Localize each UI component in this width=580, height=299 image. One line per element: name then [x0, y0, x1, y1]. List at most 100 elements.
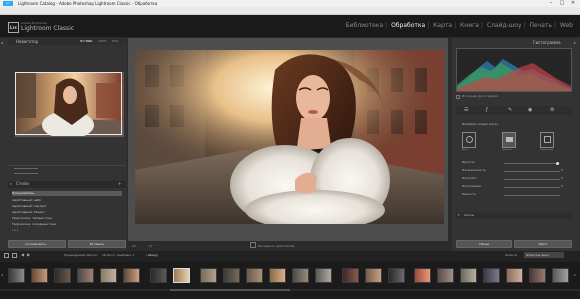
- slider-value[interactable]: 0: [561, 168, 563, 173]
- module-web[interactable]: Web: [559, 22, 574, 29]
- histogram-graph: [457, 59, 571, 91]
- filmstrip-thumbnail[interactable]: [342, 268, 359, 283]
- filmstrip-thumbnail[interactable]: [437, 268, 454, 283]
- filmstrip-thumbnail[interactable]: [529, 268, 546, 283]
- filmstrip-thumbnail[interactable]: [269, 268, 286, 283]
- filmstrip-thumbnail[interactable]: [223, 268, 240, 283]
- filmstrip-thumbnail[interactable]: [100, 268, 117, 283]
- filmstrip-thumbnail[interactable]: [8, 268, 25, 283]
- slider-track[interactable]: [504, 187, 560, 188]
- reset-button[interactable]: Сброс: [514, 240, 572, 248]
- presets-title: Стили: [16, 181, 29, 186]
- navigator-view-box[interactable]: [15, 72, 122, 135]
- filmstrip-thumbnail[interactable]: [54, 268, 71, 283]
- copy-settings-button[interactable]: Скопировать...: [8, 240, 66, 248]
- main-photo[interactable]: [135, 50, 444, 224]
- slider-track[interactable]: [504, 195, 560, 196]
- filmstrip-thumbnail[interactable]: [315, 268, 332, 283]
- navigator-header[interactable]: Навигатор ПО ВЫБ. 100% 50%: [8, 39, 126, 45]
- collapse-left-icon[interactable]: ◂: [1, 40, 3, 45]
- filmstrip-thumbnail[interactable]: [460, 268, 477, 283]
- slider-track[interactable]: [504, 163, 560, 164]
- slider-knob[interactable]: [556, 162, 559, 165]
- slider-track[interactable]: [504, 171, 560, 172]
- panel-slider-track[interactable]: [14, 168, 38, 169]
- scroll-left-icon[interactable]: ◂: [1, 272, 3, 277]
- previous-button[interactable]: Назад: [456, 240, 512, 248]
- preset-more: ▸ ▸ ▸: [12, 228, 19, 232]
- filmstrip-thumbnail[interactable]: [388, 268, 405, 283]
- maximize-button[interactable]: □: [557, 0, 567, 7]
- crop-icon[interactable]: ☰: [464, 107, 468, 113]
- filmstrip-source[interactable]: Предыдущий импорт: [64, 253, 98, 257]
- filmstrip-thumbnail[interactable]: [552, 268, 569, 283]
- module-develop[interactable]: Обработка: [390, 22, 426, 29]
- preset-item[interactable]: Творческое: холодные тона: [12, 222, 56, 227]
- brush-icon[interactable]: ✎: [508, 107, 512, 113]
- filmstrip-thumbnail[interactable]: [150, 268, 167, 283]
- mask-radial-button[interactable]: [540, 132, 554, 148]
- module-slideshow[interactable]: Слайд-шоу: [486, 22, 523, 29]
- grid-view-icon[interactable]: [4, 253, 9, 258]
- preset-item[interactable]: Адаптивный: портрет: [12, 204, 47, 209]
- preset-item[interactable]: Адаптивный: небо: [12, 198, 41, 203]
- filmstrip-thumbnail[interactable]: [200, 268, 217, 283]
- mask-gradient-button[interactable]: [502, 132, 516, 148]
- mask-brush-button[interactable]: [462, 132, 476, 148]
- next-photo-icon[interactable]: ▶: [27, 252, 30, 257]
- second-window-icon[interactable]: [12, 253, 17, 258]
- slider-value[interactable]: 0: [561, 176, 563, 181]
- filmstrip-thumbnail[interactable]: [246, 268, 263, 283]
- minimize-button[interactable]: –: [546, 0, 556, 7]
- module-book[interactable]: Книга: [459, 22, 480, 29]
- zoom-fit[interactable]: ПО ВЫБ.: [80, 39, 93, 44]
- zoom-100[interactable]: 100%: [98, 39, 107, 44]
- filter-select[interactable]: Фильтры выкл.: [524, 252, 564, 258]
- filmstrip-thumbnail-selected[interactable]: [173, 268, 190, 283]
- filmstrip-scrollbar[interactable]: [0, 289, 580, 291]
- add-preset-icon[interactable]: +: [118, 181, 121, 187]
- scroll-right-icon[interactable]: ▸: [574, 272, 576, 277]
- preset-item[interactable]: Адаптивный: объект: [12, 210, 45, 215]
- collapse-right-icon[interactable]: ▸: [574, 40, 576, 45]
- redeye-icon[interactable]: ◉: [528, 107, 532, 113]
- filmstrip-thumbnail[interactable]: [365, 268, 382, 283]
- module-library[interactable]: Библиотека: [345, 22, 385, 29]
- filmstrip-thumbnail[interactable]: [414, 268, 431, 283]
- preset-item[interactable]: Пользователь: [12, 191, 122, 196]
- radial-mask-icon: [544, 136, 551, 143]
- original-photo-label: Исходная фотография: [462, 94, 498, 98]
- histogram-title: Гистограмма: [533, 40, 561, 45]
- crop-overlay-icon[interactable]: ▭: [132, 243, 136, 248]
- close-button[interactable]: ✕: [568, 0, 578, 7]
- filmstrip-scroll-thumb[interactable]: [170, 289, 290, 291]
- zoom-50[interactable]: 50%: [112, 39, 119, 44]
- module-print[interactable]: Печать: [528, 22, 552, 29]
- presets-header[interactable]: ▾ Стили +: [8, 181, 126, 188]
- mask-icon[interactable]: ⚙: [550, 107, 554, 113]
- module-map[interactable]: Карта: [432, 22, 453, 29]
- filmstrip-thumbnail[interactable]: [483, 268, 500, 283]
- filmstrip-thumbnail[interactable]: [292, 268, 309, 283]
- filmstrip-thumbnail[interactable]: [31, 268, 48, 283]
- slider-track[interactable]: [504, 179, 560, 180]
- original-photo-checkbox[interactable]: [456, 95, 460, 99]
- panel-slider-track[interactable]: [14, 173, 38, 174]
- filmstrip-thumbnail[interactable]: [77, 268, 94, 283]
- softproof-checkbox[interactable]: [250, 242, 256, 248]
- preset-item[interactable]: Творческое: тёплые тона: [12, 216, 52, 221]
- filmstrip-thumbnail[interactable]: [506, 268, 523, 283]
- paste-settings-button[interactable]: Вставить: [68, 240, 126, 248]
- heal-icon[interactable]: ƒ: [486, 107, 488, 113]
- filmstrip-thumbnail[interactable]: [123, 268, 140, 283]
- before-after-toggle[interactable]: Y|Y: [148, 243, 153, 249]
- lens-section-header[interactable]: ▾ Линзы: [456, 212, 572, 219]
- prev-photo-icon[interactable]: ◀: [21, 252, 24, 257]
- filmstrip-filename: / slkayg: [146, 253, 158, 257]
- filter-label: Фильтр:: [505, 253, 518, 257]
- histogram[interactable]: [456, 48, 572, 92]
- slider-value[interactable]: 0: [561, 184, 563, 189]
- title-bar: Lr Lightroom Catalog - Adobe Photoshop L…: [0, 0, 580, 7]
- divider: [8, 165, 126, 166]
